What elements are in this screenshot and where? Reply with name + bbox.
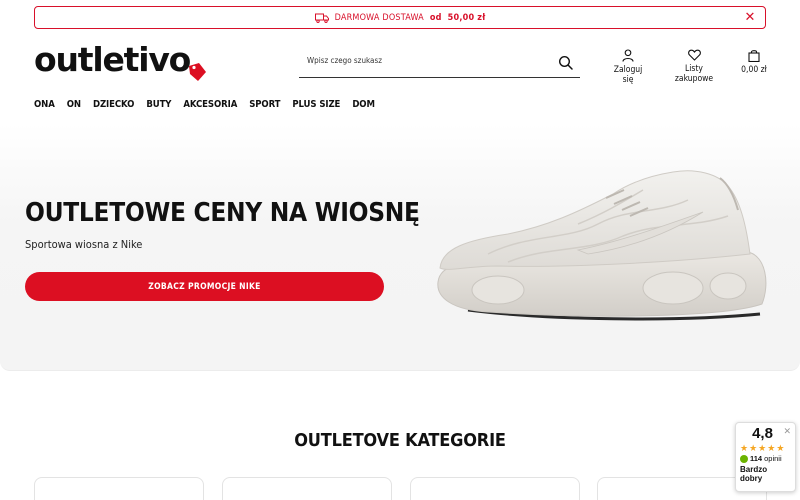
nav-item-buty[interactable]: BUTY bbox=[146, 99, 171, 110]
nav-item-dziecko[interactable]: DZIECKO bbox=[93, 99, 134, 110]
check-icon bbox=[740, 454, 748, 463]
nike-promo-button[interactable]: ZOBACZ PROMOCJE NIKE bbox=[25, 272, 384, 301]
truck-icon bbox=[314, 13, 329, 23]
promo-amount: 50,00 zł bbox=[447, 12, 486, 23]
rating-count: 114 bbox=[750, 454, 763, 463]
cart-total: 0,00 zł bbox=[741, 65, 767, 75]
promo-text: DARMOWA DOSTAWA od 50,00 zł bbox=[314, 12, 486, 23]
price-tag-icon bbox=[189, 63, 206, 81]
rating-opinions: 114 opinii bbox=[740, 454, 791, 463]
close-icon[interactable]: ✕ bbox=[743, 10, 757, 24]
promo-od: od bbox=[429, 12, 442, 23]
nav-item-ona[interactable]: ONA bbox=[34, 99, 55, 110]
rating-score: 4,8 bbox=[752, 425, 773, 442]
promo-label: DARMOWA DOSTAWA bbox=[334, 12, 424, 23]
lists-label: Listy zakupowe bbox=[674, 64, 714, 84]
category-card[interactable] bbox=[410, 477, 580, 500]
star-icon: ★ bbox=[767, 443, 776, 453]
heart-icon bbox=[687, 49, 701, 61]
login-button[interactable]: Zaloguj się bbox=[608, 49, 648, 85]
user-icon bbox=[622, 49, 634, 62]
sneaker-image[interactable] bbox=[428, 164, 773, 329]
star-icon: ★ bbox=[776, 443, 785, 453]
main-nav: ONA ON DZIECKO BUTY AKCESORIA SPORT PLUS… bbox=[34, 99, 375, 110]
rating-count-label: opinii bbox=[764, 454, 782, 463]
nav-item-sport[interactable]: SPORT bbox=[249, 99, 280, 110]
categories-title: OUTLETOVE KATEGORIE bbox=[294, 430, 506, 451]
star-icon: ★ bbox=[749, 443, 758, 453]
logo-text: outletivo bbox=[34, 40, 191, 79]
hero-banner: OUTLETOWE CENY NA WIOSNĘ Sportowa wiosna… bbox=[0, 124, 800, 371]
shopping-bag-icon bbox=[748, 50, 760, 62]
category-card[interactable] bbox=[222, 477, 392, 500]
hero-title: OUTLETOWE CENY NA WIOSNĘ bbox=[25, 198, 420, 228]
search-icon[interactable] bbox=[558, 55, 574, 71]
rating-label: Bardzo dobry bbox=[740, 465, 791, 483]
rating-label-line1: Bardzo bbox=[740, 465, 768, 474]
star-icon: ★ bbox=[740, 443, 749, 453]
shopping-lists-button[interactable]: Listy zakupowe bbox=[666, 49, 722, 84]
star-icon: ★ bbox=[758, 443, 767, 453]
logo[interactable]: outletivo bbox=[34, 38, 209, 86]
nav-item-on[interactable]: ON bbox=[67, 99, 81, 110]
rating-label-line2: dobry bbox=[740, 474, 763, 483]
promo-banner: DARMOWA DOSTAWA od 50,00 zł ✕ bbox=[34, 6, 766, 29]
cart-button[interactable]: 0,00 zł bbox=[738, 49, 770, 75]
rating-widget[interactable]: ✕ 4,8 ★ ★ ★ ★ ★ 114 opinii Bardzo dobry bbox=[735, 422, 796, 492]
category-card[interactable] bbox=[34, 477, 204, 500]
search-bar bbox=[299, 50, 580, 78]
login-label: Zaloguj się bbox=[613, 65, 643, 85]
nav-item-akcesoria[interactable]: AKCESORIA bbox=[183, 99, 237, 110]
hero-subtitle: Sportowa wiosna z Nike bbox=[25, 238, 143, 251]
search-input[interactable] bbox=[307, 56, 547, 65]
close-icon[interactable]: ✕ bbox=[783, 426, 791, 437]
nav-item-plus-size[interactable]: PLUS SIZE bbox=[292, 99, 340, 110]
nav-item-dom[interactable]: DOM bbox=[352, 99, 375, 110]
rating-stars: ★ ★ ★ ★ ★ bbox=[740, 443, 791, 453]
